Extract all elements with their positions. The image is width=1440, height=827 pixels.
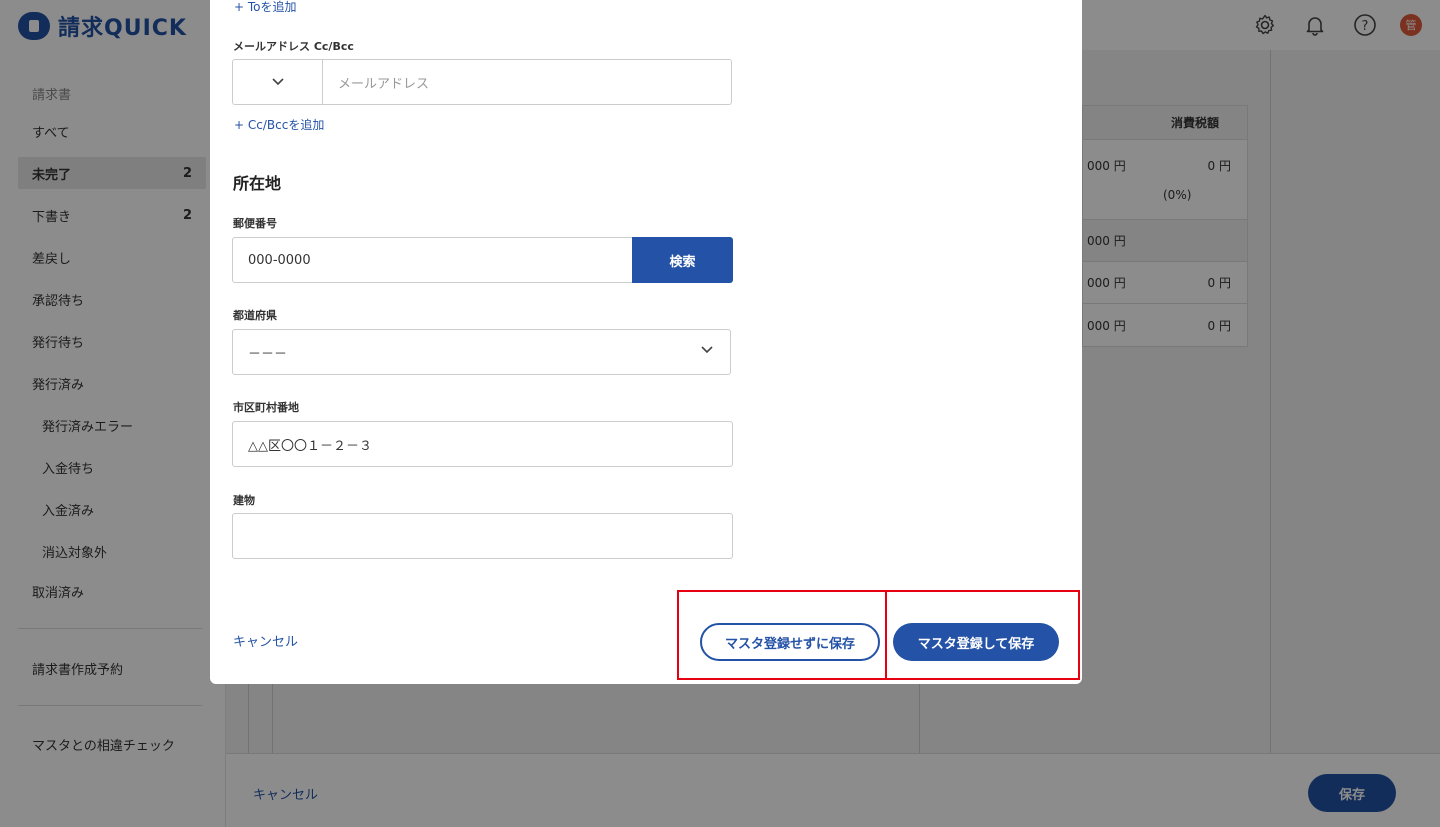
cc-bcc-email-input[interactable]: メールアドレス — [322, 59, 732, 105]
postal-code-value: 000-0000 — [248, 252, 311, 268]
cc-bcc-label: メールアドレス Cc/Bcc — [233, 40, 354, 53]
city-input[interactable]: △△区〇〇１－２－３ — [232, 421, 733, 467]
modal-cancel-link[interactable]: キャンセル — [233, 631, 298, 650]
cc-bcc-type-select[interactable] — [232, 59, 323, 105]
section-title-address: 所在地 — [233, 174, 282, 193]
highlight-box — [885, 590, 1080, 680]
chevron-down-icon — [272, 78, 284, 86]
city-value: △△区〇〇１－２－３ — [248, 438, 372, 454]
postal-code-input[interactable]: 000-0000 — [232, 237, 633, 283]
city-label: 市区町村番地 — [233, 401, 299, 414]
prefecture-label: 都道府県 — [233, 309, 277, 322]
add-to-link[interactable]: + Toを追加 — [234, 0, 297, 15]
chevron-down-icon — [701, 346, 713, 354]
highlight-box — [677, 590, 887, 680]
client-edit-modal: + Toを追加 メールアドレス Cc/Bcc メールアドレス + Cc/Bccを… — [210, 0, 1082, 684]
postal-code-label: 郵便番号 — [233, 217, 277, 230]
add-cc-bcc-link[interactable]: + Cc/Bccを追加 — [234, 116, 324, 133]
building-input[interactable] — [232, 513, 733, 559]
cc-bcc-placeholder: メールアドレス — [338, 76, 430, 92]
address-search-button[interactable]: 検索 — [632, 237, 733, 283]
prefecture-select[interactable]: －－－ — [232, 329, 731, 375]
prefecture-value: －－－ — [248, 346, 288, 362]
building-label: 建物 — [233, 494, 255, 507]
